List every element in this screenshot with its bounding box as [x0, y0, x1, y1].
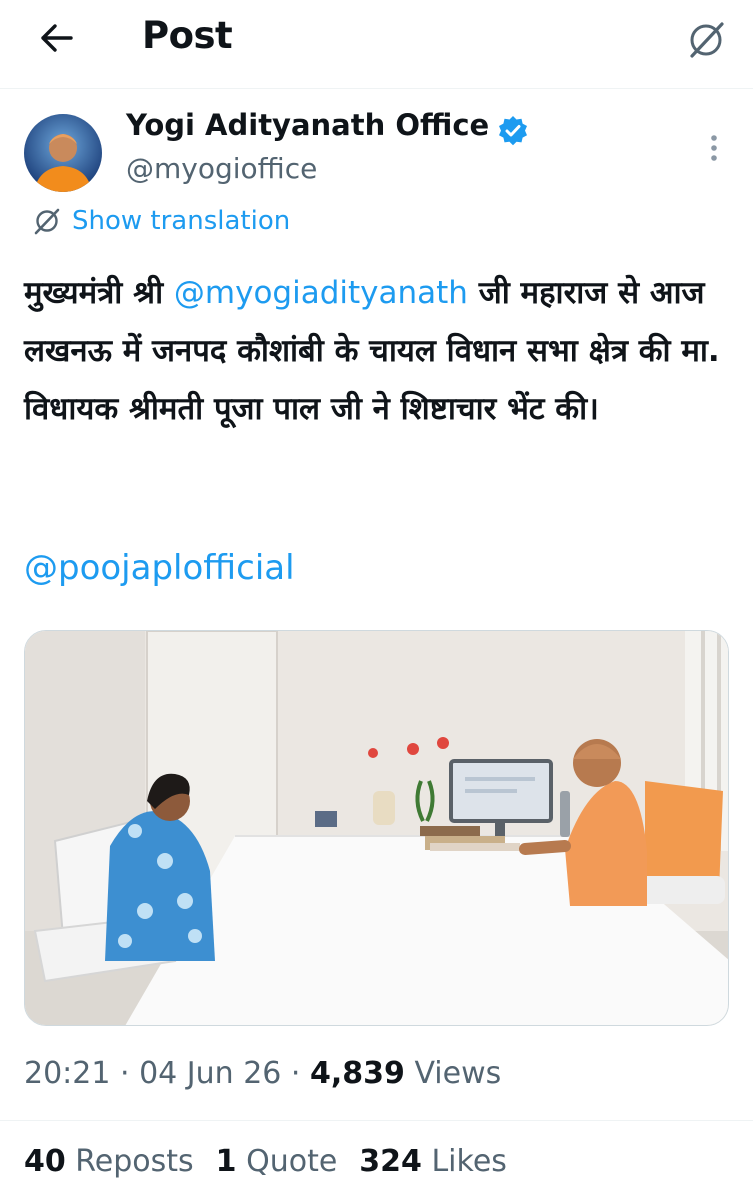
grok-button[interactable] — [680, 14, 732, 66]
views-count: 4,839 — [309, 1056, 405, 1091]
back-button[interactable] — [30, 16, 82, 60]
author-name[interactable]: Yogi Adityanath Office — [126, 108, 489, 142]
translate-icon — [34, 208, 60, 235]
quotes-stat[interactable]: 1 Quote — [216, 1144, 338, 1179]
reposts-label: Reposts — [75, 1144, 194, 1179]
quotes-count: 1 — [215, 1144, 237, 1179]
post-text-segment: मुख्यमंत्री श्री — [24, 275, 174, 311]
meta-divider — [0, 1120, 753, 1121]
show-translation-link[interactable]: Show translation — [32, 206, 290, 236]
header-divider — [0, 88, 753, 89]
mention-myogiadityanath[interactable]: @myogiadityanath — [174, 275, 468, 311]
top-bar: Post — [0, 0, 753, 80]
reposts-stat[interactable]: 40 Reposts — [24, 1144, 194, 1179]
post-date: 04 Jun 26 — [139, 1056, 282, 1091]
likes-label: Likes — [431, 1144, 507, 1179]
views-label: Views — [414, 1056, 502, 1091]
arrow-left-icon — [41, 24, 73, 52]
more-vertical-icon — [711, 135, 717, 161]
show-translation-label: Show translation — [72, 206, 291, 236]
post-text: मुख्यमंत्री श्री @myogiadityanath जी महा… — [24, 264, 739, 438]
engagement-stats: 40 Reposts 1 Quote 324 Likes — [24, 1144, 507, 1179]
reposts-count: 40 — [24, 1144, 66, 1179]
grok-icon — [690, 22, 724, 58]
post-photo[interactable] — [24, 630, 729, 1026]
likes-stat[interactable]: 324 Likes — [359, 1144, 507, 1179]
author-handle[interactable]: @myogioffice — [126, 152, 317, 185]
post-meta: 20:21 · 04 Jun 26 · 4,839 Views — [24, 1056, 502, 1091]
avatar[interactable] — [24, 114, 102, 192]
page-title: Post — [142, 14, 233, 57]
mention-poojaplofficial[interactable]: @poojaplofficial — [24, 548, 295, 588]
more-options-button[interactable] — [696, 128, 732, 168]
likes-count: 324 — [359, 1144, 422, 1179]
post-time: 20:21 — [24, 1056, 111, 1091]
quotes-label: Quote — [246, 1144, 338, 1179]
verified-badge-icon — [497, 115, 529, 147]
